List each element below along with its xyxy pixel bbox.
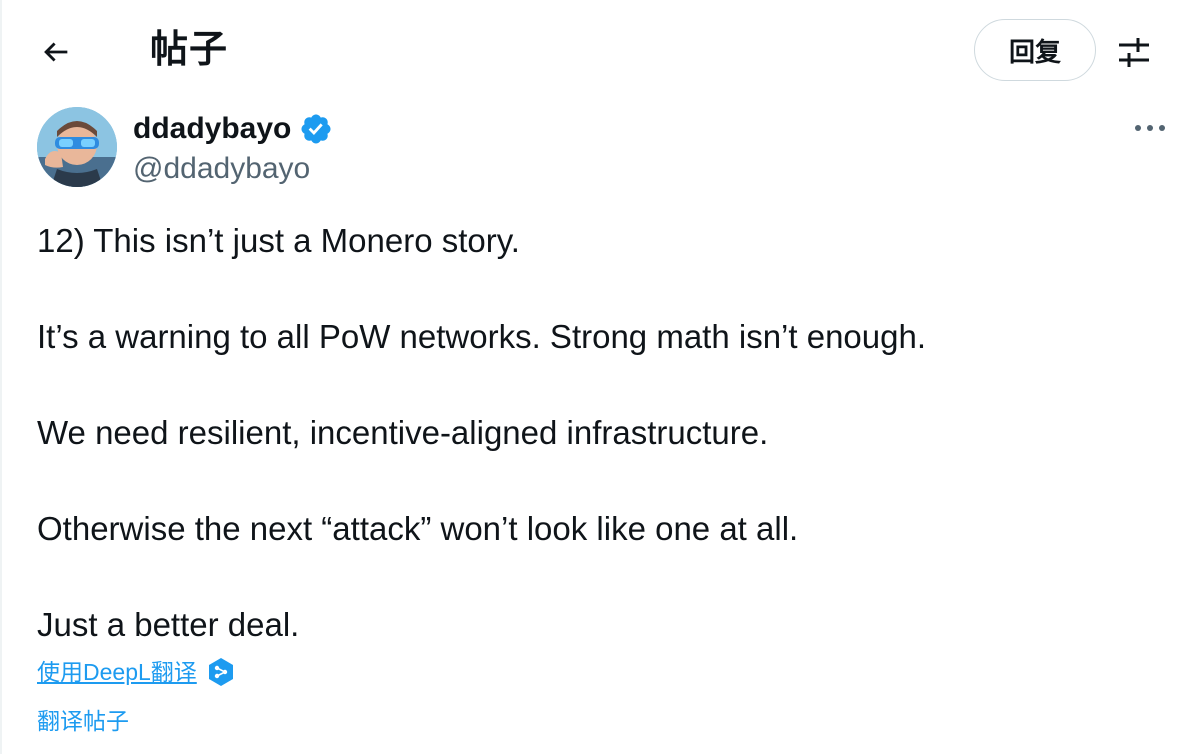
deepl-translate-link[interactable]: 使用DeepL翻译	[37, 655, 235, 689]
sliders-icon	[1119, 38, 1149, 67]
page-title: 帖子	[150, 29, 229, 71]
more-horizontal-icon	[1135, 125, 1165, 131]
avatar-image	[37, 107, 117, 187]
arrow-left-icon	[44, 42, 68, 62]
more-options-button[interactable]	[1126, 110, 1174, 146]
tweet-text-line: 12) This isn’t just a Monero story.	[37, 222, 520, 259]
tweet-text-line: It’s a warning to all PoW networks. Stro…	[37, 318, 927, 355]
author-name[interactable]: ddadybayo	[133, 110, 333, 148]
tweet-text-line: We need resilient, incentive-aligned inf…	[37, 414, 769, 451]
tweet-text-line: Otherwise the next “attack” won’t look l…	[37, 510, 799, 547]
author-display-name: ddadybayo	[133, 112, 292, 145]
author-handle[interactable]: @ddadybayo	[133, 150, 310, 188]
avatar[interactable]	[37, 107, 117, 187]
translate-post-link[interactable]: 翻译帖子	[37, 704, 129, 738]
back-button[interactable]	[32, 28, 80, 76]
post-page: 帖子 回复 ddadybayo @ddadybayo 12) This isn’…	[0, 0, 1192, 754]
header: 帖子 回复	[2, 0, 1192, 100]
adjust-button[interactable]	[1112, 30, 1156, 74]
tweet-text-line: Just a better deal.	[37, 606, 300, 643]
deepl-icon	[208, 658, 233, 686]
verified-badge-icon	[301, 114, 331, 144]
reply-button[interactable]: 回复	[974, 19, 1096, 81]
deepl-translate-label: 使用DeepL翻译	[37, 659, 197, 685]
